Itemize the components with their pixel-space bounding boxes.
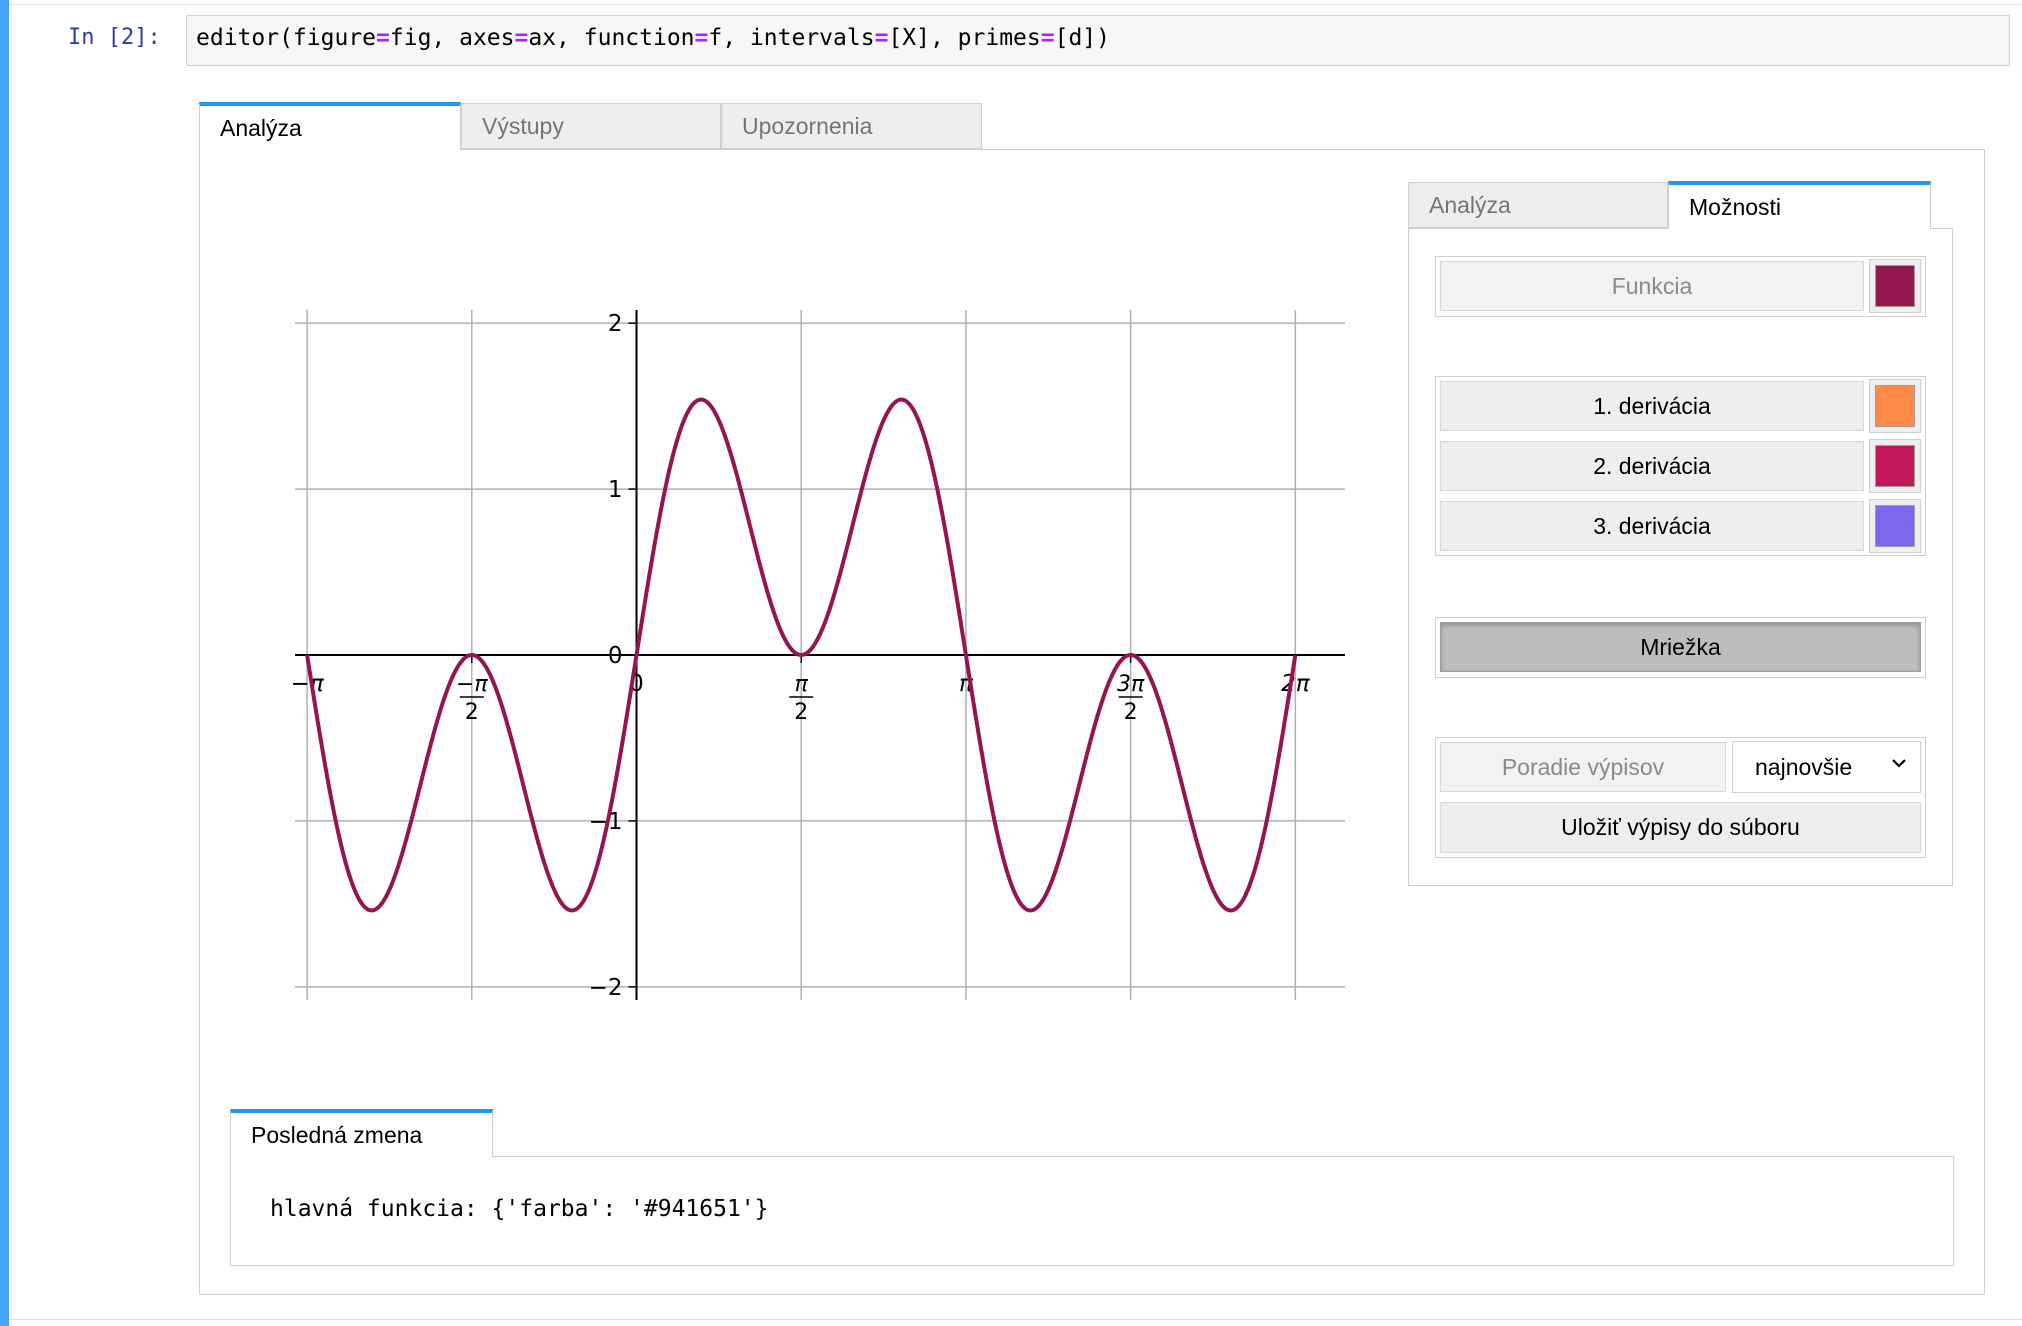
function-button: Funkcia xyxy=(1440,261,1864,311)
grid-label: Mriežka xyxy=(1640,633,1721,660)
function-color-picker[interactable] xyxy=(1869,259,1921,313)
derivative-2-label: 2. derivácia xyxy=(1593,452,1711,479)
y-tick-label: −2 xyxy=(589,975,623,1001)
derivative-3-button[interactable]: 3. derivácia xyxy=(1440,501,1864,551)
function-plot[interactable]: −π −π20 π2π 3π22π210−1−2 xyxy=(280,290,1360,1020)
chevron-down-icon xyxy=(1892,759,1906,768)
code-text[interactable]: editor(figure=fig, axes=ax, function=f, … xyxy=(196,25,1110,51)
derivative-2-color-swatch xyxy=(1875,445,1915,487)
x-tick-label-denominator: 2 xyxy=(1124,700,1138,725)
tab-upozornenia[interactable]: Upozornenia xyxy=(721,103,982,149)
tab-vystupy[interactable]: Výstupy xyxy=(461,103,721,149)
code-token: fig, axes xyxy=(389,25,515,51)
y-tick-label: 2 xyxy=(608,311,623,337)
tab-label: Posledná zmena xyxy=(251,1121,423,1148)
derivative-3-color-swatch xyxy=(1875,505,1915,547)
code-token: f, intervals xyxy=(708,25,875,51)
order-label: Poradie výpisov xyxy=(1501,753,1665,780)
axes xyxy=(295,310,1345,1000)
save-outputs-button[interactable]: Uložiť výpisy do súboru xyxy=(1440,802,1921,853)
code-operator: = xyxy=(376,25,390,51)
tab-label: Upozornenia xyxy=(742,112,873,139)
tab-label: Možnosti xyxy=(1689,193,1782,220)
derivative-1-label: 1. derivácia xyxy=(1593,392,1711,419)
last-change-tab[interactable]: Posledná zmena xyxy=(230,1109,493,1157)
active-tab-joint xyxy=(200,148,460,151)
save-outputs-label: Uložiť výpisy do súboru xyxy=(1561,814,1800,840)
tab-label: Výstupy xyxy=(482,112,564,139)
order-label-button: Poradie výpisov xyxy=(1440,742,1726,792)
derivative-3-color-picker[interactable] xyxy=(1869,499,1921,553)
code-token: [X], primes xyxy=(888,25,1041,51)
code-operator: = xyxy=(1040,25,1055,51)
cell-prompt: In [2]: xyxy=(68,25,161,50)
x-tick-label-numerator: 3π xyxy=(1117,672,1145,697)
cell-selection-bar xyxy=(0,0,9,1326)
tab-analyza[interactable]: Analýza xyxy=(199,102,461,150)
derivative-2-button[interactable]: 2. derivácia xyxy=(1440,441,1864,491)
y-tick-label: 1 xyxy=(608,477,623,503)
x-tick-label-denominator: 2 xyxy=(794,700,808,725)
code-token: editor(figure xyxy=(196,25,377,51)
code-operator: = xyxy=(874,25,889,51)
code-token: [d]) xyxy=(1054,25,1110,51)
function-label: Funkcia xyxy=(1611,272,1693,299)
side-tab-analyza[interactable]: Analýza xyxy=(1408,182,1668,228)
derivative-3-label: 3. derivácia xyxy=(1593,512,1711,539)
last-change-tab-joint xyxy=(231,1155,492,1158)
order-select[interactable]: najnovšie xyxy=(1732,741,1921,793)
derivative-1-color-picker[interactable] xyxy=(1869,379,1921,433)
x-tick-label: 2π xyxy=(1281,671,1311,697)
tab-label: Analýza xyxy=(220,114,302,141)
code-operator: = xyxy=(694,25,709,51)
order-select-value: najnovšie xyxy=(1755,753,1853,780)
last-change-text: hlavná funkcia: {'farba': '#941651'} xyxy=(270,1196,769,1222)
code-token: ax, function xyxy=(528,25,695,51)
derivative-2-color-picker[interactable] xyxy=(1869,439,1921,493)
tab-label: Analýza xyxy=(1429,191,1511,218)
x-tick-label: −π xyxy=(291,671,325,697)
x-tick-label-numerator: π xyxy=(795,672,809,697)
y-tick-label: 0 xyxy=(608,643,623,669)
code-operator: = xyxy=(514,25,529,51)
function-color-swatch xyxy=(1875,265,1915,307)
derivative-1-button[interactable]: 1. derivácia xyxy=(1440,381,1864,431)
x-tick-label-numerator: −π xyxy=(456,672,488,697)
derivative-1-color-swatch xyxy=(1875,385,1915,427)
grid-toggle-button[interactable]: Mriežka xyxy=(1440,622,1921,672)
side-tab-moznosti[interactable]: Možnosti xyxy=(1668,181,1931,229)
active-side-tab-joint xyxy=(1669,227,1930,230)
x-tick-label-denominator: 2 xyxy=(465,700,479,725)
